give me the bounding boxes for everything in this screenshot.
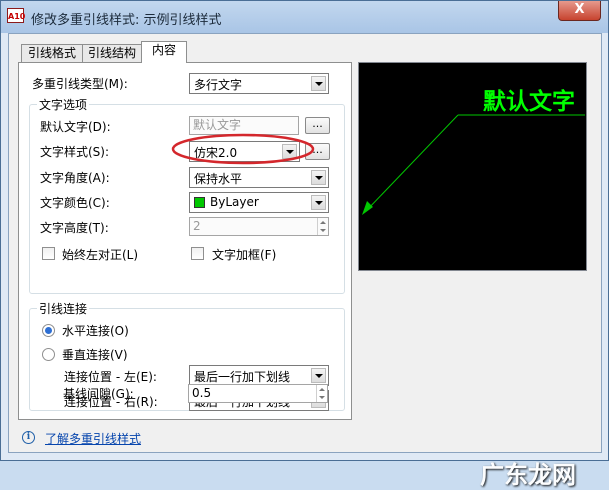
- landing-gap-label: 基线间隙(G):: [63, 387, 134, 401]
- text-angle-label: 文字角度(A):: [40, 171, 110, 185]
- text-height-value: 2: [193, 219, 201, 233]
- close-button[interactable]: X: [558, 1, 601, 21]
- content-tab-panel: 多重引线类型(M): 多行文字 文字选项 默认文字(D): 默认文字 ... 文…: [18, 62, 352, 420]
- tab-leader-structure[interactable]: 引线结构: [82, 44, 142, 62]
- spinner-arrows-icon[interactable]: [317, 218, 328, 235]
- horizontal-attachment-radio[interactable]: [42, 324, 55, 337]
- landing-gap-value: 0.5: [192, 386, 212, 400]
- title-bar[interactable]: A10 修改多重引线样式: 示例引线样式 X: [1, 1, 608, 33]
- vertical-attachment-label: 垂直连接(V): [62, 348, 128, 362]
- leader-line: [365, 114, 459, 212]
- dialog-client-area: 引线格式 引线结构 内容 多重引线类型(M): 多行文字 文字选项 默认文字(D…: [8, 33, 602, 489]
- horizontal-attachment-label: 水平连接(O): [62, 324, 129, 338]
- spinner-arrows-icon[interactable]: [316, 385, 327, 402]
- attachment-left-dropdown[interactable]: 最后一行加下划线: [189, 365, 329, 386]
- attachment-left-label: 连接位置 - 左(E):: [64, 370, 157, 384]
- window-title: 修改多重引线样式: 示例引线样式: [31, 13, 222, 28]
- chevron-down-icon: [311, 170, 326, 185]
- preview-panel: 默认文字: [358, 62, 587, 271]
- attachment-left-value: 最后一行加下划线: [194, 370, 291, 384]
- chevron-down-icon: [311, 76, 326, 91]
- multileader-type-value: 多行文字: [194, 78, 243, 92]
- text-frame-checkbox[interactable]: [191, 247, 204, 260]
- preview-text: 默认文字: [483, 88, 575, 115]
- text-frame-label: 文字加框(F): [212, 248, 277, 262]
- vertical-attachment-radio[interactable]: [42, 348, 55, 361]
- text-angle-dropdown[interactable]: 保持水平: [189, 167, 329, 188]
- tab-content[interactable]: 内容: [141, 41, 187, 63]
- multileader-type-dropdown[interactable]: 多行文字: [189, 73, 329, 94]
- autocad-app-icon: A10: [7, 8, 25, 23]
- preview-drawing: 默认文字: [362, 88, 585, 215]
- chevron-down-icon: [311, 368, 326, 383]
- text-color-value: ByLayer: [210, 195, 259, 209]
- text-height-input[interactable]: 2: [189, 217, 329, 236]
- highlight-ellipse: [171, 133, 315, 165]
- landing-gap-input[interactable]: 0.5: [188, 384, 328, 403]
- dialog-window: A10 修改多重引线样式: 示例引线样式 X 引线格式 引线结构 内容 多重引线…: [0, 0, 609, 489]
- default-text-label: 默认文字(D):: [40, 120, 111, 134]
- text-color-label: 文字颜色(C):: [40, 196, 110, 210]
- leader-arrowhead-icon: [362, 201, 373, 215]
- text-style-label: 文字样式(S):: [40, 145, 110, 159]
- always-left-justify-label: 始终左对正(L): [62, 248, 139, 262]
- watermark-text: 广东龙网: [480, 461, 576, 489]
- help-link[interactable]: 了解多重引线样式: [45, 430, 141, 447]
- chevron-down-icon: [311, 195, 326, 210]
- color-swatch: [194, 197, 205, 208]
- always-left-justify-checkbox[interactable]: [42, 247, 55, 260]
- text-height-label: 文字高度(T):: [40, 221, 109, 235]
- text-options-title: 文字选项: [37, 96, 90, 113]
- text-angle-value: 保持水平: [194, 172, 243, 186]
- leader-connection-title: 引线连接: [37, 300, 90, 317]
- text-color-dropdown[interactable]: ByLayer: [189, 192, 329, 213]
- multileader-type-label: 多重引线类型(M):: [32, 77, 128, 91]
- tab-leader-format[interactable]: 引线格式: [21, 44, 83, 62]
- info-icon: i: [22, 431, 35, 444]
